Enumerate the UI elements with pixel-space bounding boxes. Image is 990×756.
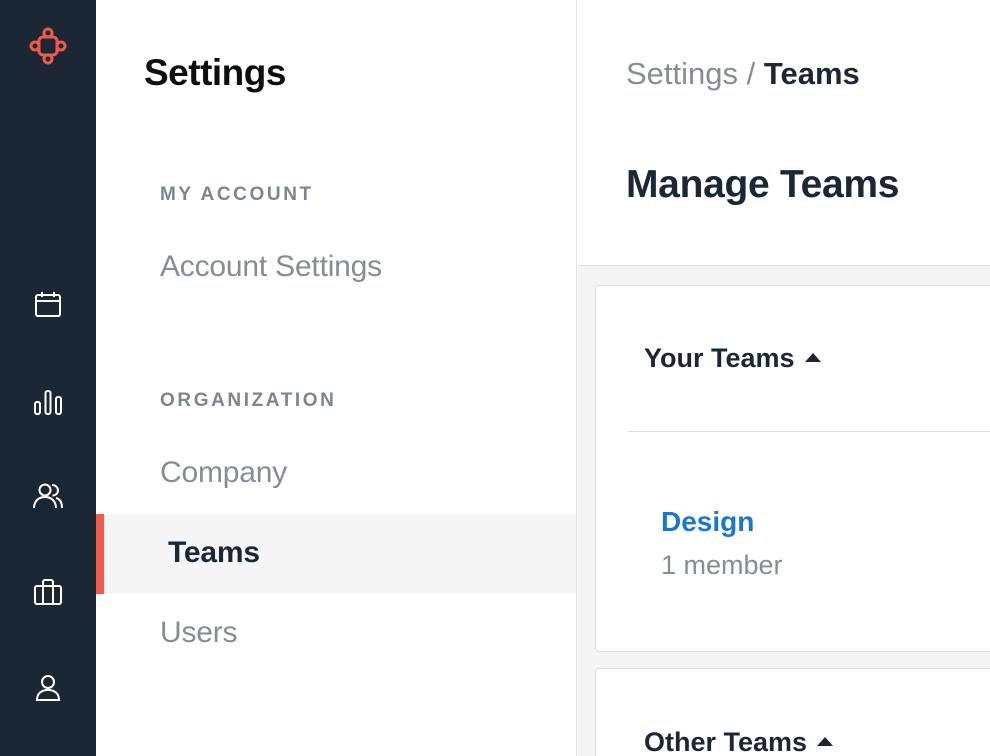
main-content: Settings / Teams Manage Teams Your Teams…: [578, 0, 990, 756]
settings-sidebar: Settings MY ACCOUNT Account Settings ORG…: [96, 0, 577, 756]
calendar-icon[interactable]: [28, 284, 68, 324]
page-title: Manage Teams: [626, 163, 900, 206]
caret-up-icon: [804, 353, 821, 362]
nav-item-teams-label: Teams: [168, 536, 260, 569]
your-teams-heading: Your Teams: [644, 343, 795, 373]
briefcase-icon[interactable]: [28, 572, 68, 612]
section-label-organization: ORGANIZATION: [160, 390, 337, 411]
active-indicator: [96, 514, 104, 594]
user-icon[interactable]: [28, 668, 68, 708]
card-divider: [628, 431, 990, 432]
breadcrumb-current: Teams: [763, 56, 860, 91]
breadcrumb: Settings / Teams: [626, 56, 860, 92]
nav-item-account-settings[interactable]: Account Settings: [160, 250, 382, 284]
other-teams-toggle[interactable]: Other Teams: [644, 727, 834, 756]
other-teams-heading: Other Teams: [644, 727, 808, 756]
nav-item-company[interactable]: Company: [160, 456, 287, 490]
caret-up-icon: [817, 737, 834, 746]
nav-item-teams[interactable]: Teams: [96, 514, 576, 594]
breadcrumb-parent[interactable]: Settings: [626, 56, 738, 91]
other-teams-card: Other Teams: [595, 668, 990, 756]
org-logo-icon[interactable]: [28, 26, 68, 66]
your-teams-card: Your Teams Design 1 member: [595, 285, 990, 652]
team-member-count: 1 member: [661, 550, 783, 580]
breadcrumb-separator: /: [738, 56, 764, 91]
app-root: Settings MY ACCOUNT Account Settings ORG…: [0, 0, 990, 756]
your-teams-toggle[interactable]: Your Teams: [644, 343, 821, 374]
page-header: Settings / Teams Manage Teams: [578, 0, 990, 266]
bar-chart-icon[interactable]: [28, 382, 68, 422]
team-link-design[interactable]: Design: [661, 506, 754, 538]
people-icon[interactable]: [28, 476, 68, 516]
section-label-my-account: MY ACCOUNT: [160, 184, 314, 205]
app-rail: [0, 0, 96, 756]
settings-title: Settings: [144, 52, 286, 93]
nav-item-users[interactable]: Users: [160, 616, 238, 650]
